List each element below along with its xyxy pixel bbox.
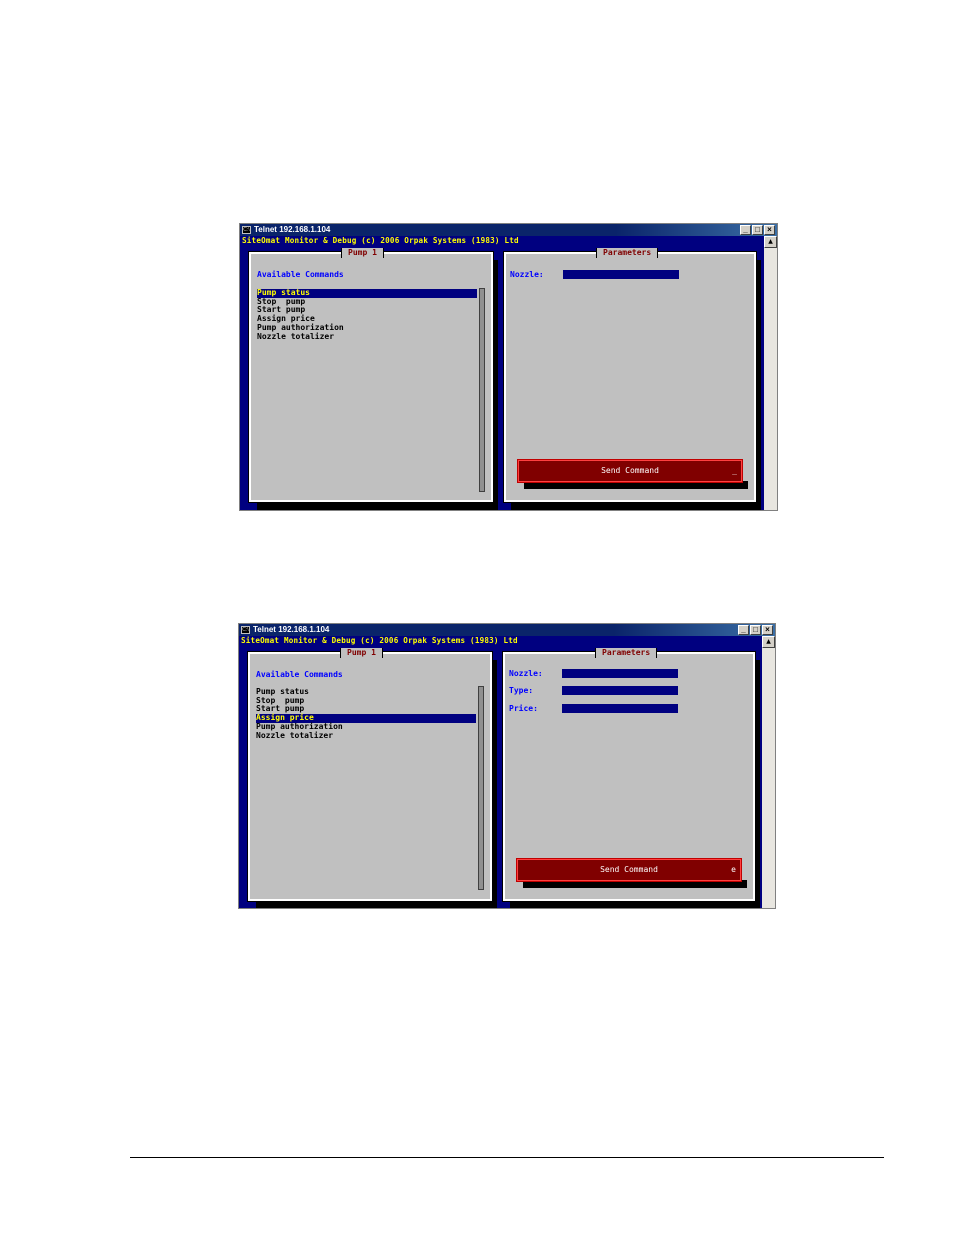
scroll-up-arrow-icon[interactable]: ▲ [762, 636, 775, 648]
scroll-up-arrow-icon[interactable]: ▲ [764, 236, 777, 248]
commands-panel: Pump 1 Available Commands Pump status St… [248, 248, 494, 503]
nozzle-input[interactable] [563, 270, 679, 279]
panel-shadow [256, 901, 494, 908]
available-commands-label: Available Commands [256, 670, 343, 679]
cursor-mark: _ [732, 466, 737, 475]
pump-panel-title: Pump 1 [341, 248, 384, 258]
window-scrollbar[interactable]: ▲ [762, 636, 775, 908]
window-title: Telnet 192.168.1.104 [254, 225, 331, 234]
nozzle-label: Nozzle: [510, 270, 544, 279]
panel-shadow [511, 502, 758, 510]
parameters-panel-title: Parameters [595, 648, 658, 658]
button-shadow [524, 481, 748, 489]
close-icon[interactable]: × [762, 625, 773, 635]
minimize-icon[interactable]: _ [738, 625, 749, 635]
commands-panel: Pump 1 Available Commands Pump status St… [247, 648, 493, 902]
console-icon: C:\ [242, 226, 251, 234]
parameters-panel: Parameters Nozzle: Send Command _ [503, 248, 757, 503]
panel-shadow [257, 502, 495, 510]
send-command-label: Send Command [601, 466, 659, 475]
button-shadow [523, 880, 747, 888]
maximize-icon[interactable]: □ [750, 625, 761, 635]
command-item-nozzle-totalizer[interactable]: Nozzle totalizer [257, 332, 477, 342]
console-icon: C:\ [241, 626, 250, 634]
available-commands-label: Available Commands [257, 270, 344, 279]
telnet-window-1: C:\ Telnet 192.168.1.104 _ □ × ▲ SiteOma… [239, 223, 778, 511]
panel-shadow [510, 901, 757, 908]
banner-text: SiteOmat Monitor & Debug (c) 2006 Orpak … [242, 236, 519, 245]
minimize-icon[interactable]: _ [740, 225, 751, 235]
maximize-icon[interactable]: □ [752, 225, 763, 235]
console-area: SiteOmat Monitor & Debug (c) 2006 Orpak … [239, 636, 762, 908]
banner-text: SiteOmat Monitor & Debug (c) 2006 Orpak … [241, 636, 518, 645]
send-command-button[interactable]: Send Command e [516, 858, 742, 882]
send-command-button[interactable]: Send Command _ [517, 459, 743, 483]
cursor-mark: e [731, 865, 736, 874]
parameters-panel: Parameters Nozzle: Type: Price: Send Com… [502, 648, 756, 902]
window-scrollbar[interactable]: ▲ [764, 236, 777, 510]
nozzle-input[interactable] [562, 669, 678, 678]
window-titlebar[interactable]: C:\ Telnet 192.168.1.104 _ □ × [239, 624, 775, 636]
window-titlebar[interactable]: C:\ Telnet 192.168.1.104 _ □ × [240, 224, 777, 236]
close-icon[interactable]: × [764, 225, 775, 235]
type-label: Type: [509, 686, 534, 695]
parameters-panel-title: Parameters [596, 248, 659, 258]
telnet-window-2: C:\ Telnet 192.168.1.104 _ □ × ▲ SiteOma… [238, 623, 776, 909]
commands-list-scrollbar[interactable] [479, 288, 485, 492]
window-title: Telnet 192.168.1.104 [253, 625, 330, 634]
page-footer-rule [130, 1157, 884, 1158]
send-command-label: Send Command [600, 865, 658, 874]
commands-list-scrollbar[interactable] [478, 686, 484, 890]
price-input[interactable] [562, 704, 678, 713]
type-input[interactable] [562, 686, 678, 695]
nozzle-label: Nozzle: [509, 669, 543, 678]
price-label: Price: [509, 704, 538, 713]
console-area: SiteOmat Monitor & Debug (c) 2006 Orpak … [240, 236, 764, 510]
pump-panel-title: Pump 1 [340, 648, 383, 658]
command-item-nozzle-totalizer[interactable]: Nozzle totalizer [256, 731, 476, 741]
